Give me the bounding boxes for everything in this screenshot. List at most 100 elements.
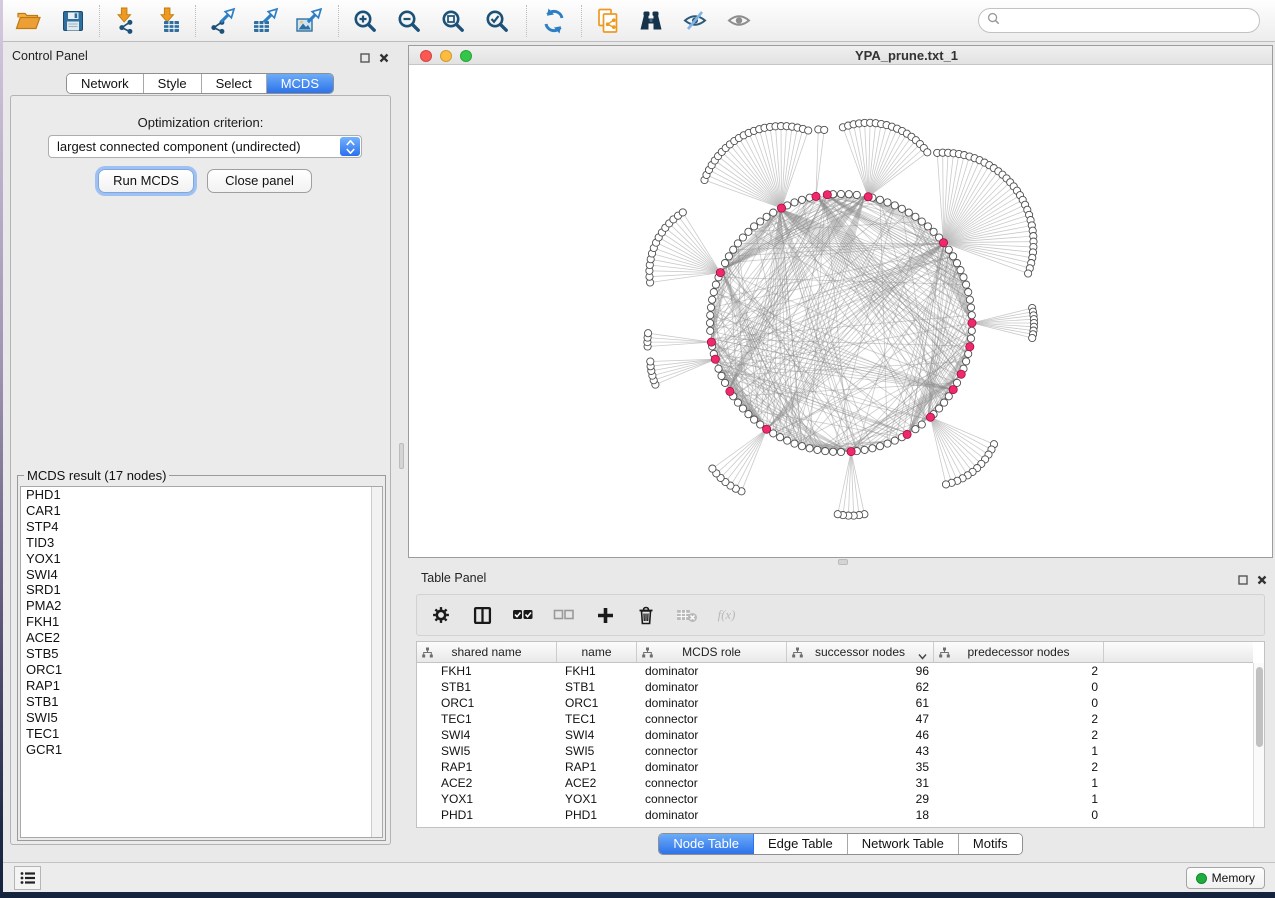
- refresh-icon[interactable]: [539, 6, 569, 36]
- select-all-icon[interactable]: [511, 603, 535, 627]
- table-row[interactable]: PHD1PHD1dominator180: [417, 807, 1253, 823]
- mcds-result-list[interactable]: PHD1CAR1STP4TID3YOX1SWI4SRD1PMA2FKH1ACE2…: [20, 486, 383, 838]
- search-input[interactable]: [1005, 14, 1245, 28]
- tab-edge-table[interactable]: Edge Table: [754, 834, 848, 854]
- mcds-result-item[interactable]: TID3: [21, 535, 382, 551]
- horizontal-splitter[interactable]: [406, 558, 1275, 566]
- toolbar-separator: [581, 5, 582, 37]
- table-panel-title: Table Panel: [421, 571, 486, 585]
- close-panel-icon[interactable]: [1257, 572, 1267, 590]
- cell-predecessor-nodes: 1: [934, 743, 1104, 759]
- column-header-MCDS-role[interactable]: MCDS role: [637, 642, 787, 662]
- mcds-result-item[interactable]: STB5: [21, 646, 382, 662]
- table-row[interactable]: RAP1RAP1dominator352: [417, 759, 1253, 775]
- close-panel-button[interactable]: Close panel: [207, 169, 312, 193]
- open-file-icon[interactable]: [13, 6, 43, 36]
- columns-icon[interactable]: [470, 603, 494, 627]
- export-image-icon[interactable]: [293, 6, 323, 36]
- zoom-selected-icon[interactable]: [482, 6, 512, 36]
- window-minimize-button[interactable]: [440, 50, 452, 62]
- memory-button[interactable]: Memory: [1186, 867, 1265, 889]
- table-panel: Table Panel f(x) shared namenameMCDS rol…: [406, 566, 1275, 862]
- mcds-result-item[interactable]: PHD1: [21, 487, 382, 503]
- mcds-result-item[interactable]: ACE2: [21, 630, 382, 646]
- run-mcds-button[interactable]: Run MCDS: [98, 169, 194, 193]
- add-icon[interactable]: [593, 603, 617, 627]
- mcds-result-item[interactable]: STP4: [21, 519, 382, 535]
- float-panel-icon[interactable]: [1238, 572, 1248, 590]
- tab-style[interactable]: Style: [144, 74, 202, 93]
- mcds-result-item[interactable]: PMA2: [21, 598, 382, 614]
- float-panel-icon[interactable]: [360, 50, 370, 68]
- cell-predecessor-nodes: 2: [934, 663, 1104, 679]
- mcds-result-item[interactable]: FKH1: [21, 614, 382, 630]
- mcds-result-item[interactable]: SWI4: [21, 567, 382, 583]
- table-settings-icon[interactable]: [429, 603, 453, 627]
- main-toolbar: [3, 0, 1275, 42]
- optimization-criterion-label: Optimization criterion:: [11, 115, 390, 130]
- zoom-out-icon[interactable]: [394, 6, 424, 36]
- table-row[interactable]: YOX1YOX1connector291: [417, 791, 1253, 807]
- import-network-icon[interactable]: [109, 6, 139, 36]
- mcds-result-item[interactable]: TEC1: [21, 726, 382, 742]
- mcds-result-item[interactable]: SWI5: [21, 710, 382, 726]
- mcds-result-item[interactable]: GCR1: [21, 742, 382, 758]
- table-row[interactable]: STB1STB1dominator620: [417, 679, 1253, 695]
- vertical-splitter[interactable]: [397, 43, 406, 862]
- cell-successor-nodes: 46: [787, 727, 934, 743]
- mcds-result-item[interactable]: RAP1: [21, 678, 382, 694]
- criterion-dropdown[interactable]: largest connected component (undirected): [48, 135, 362, 158]
- cell-MCDS-role: dominator: [637, 679, 787, 695]
- cell-name: STB1: [557, 679, 637, 695]
- tab-network-table[interactable]: Network Table: [848, 834, 959, 854]
- network-window-titlebar[interactable]: YPA_prune.txt_1: [409, 46, 1272, 65]
- save-icon[interactable]: [58, 6, 88, 36]
- unselect-all-icon[interactable]: [552, 603, 576, 627]
- close-panel-icon[interactable]: [379, 50, 389, 68]
- mcds-result-item[interactable]: SRD1: [21, 582, 382, 598]
- table-row[interactable]: FKH1FKH1dominator962: [417, 663, 1253, 679]
- cell-predecessor-nodes: 0: [934, 679, 1104, 695]
- task-history-button[interactable]: [14, 866, 41, 890]
- tab-node-table[interactable]: Node Table: [659, 834, 754, 854]
- control-panel-title: Control Panel: [12, 49, 88, 63]
- column-header-predecessor-nodes[interactable]: predecessor nodes: [934, 642, 1104, 662]
- window-zoom-button[interactable]: [460, 50, 472, 62]
- delete-icon[interactable]: [634, 603, 658, 627]
- tab-motifs[interactable]: Motifs: [959, 834, 1022, 854]
- table-row[interactable]: TEC1TEC1connector472: [417, 711, 1253, 727]
- hide-graphics-icon[interactable]: [681, 6, 711, 36]
- table-row[interactable]: ACE2ACE2connector311: [417, 775, 1253, 791]
- import-table-icon[interactable]: [153, 6, 183, 36]
- cell-successor-nodes: 29: [787, 791, 934, 807]
- application-window: Control Panel NetworkStyleSelectMCDS Opt…: [3, 0, 1275, 892]
- tab-select[interactable]: Select: [202, 74, 267, 93]
- table-scrollbar[interactable]: [1253, 663, 1264, 827]
- mcds-list-scrollbar[interactable]: [371, 487, 382, 837]
- window-close-button[interactable]: [420, 50, 432, 62]
- table-row[interactable]: SWI5SWI5connector431: [417, 743, 1253, 759]
- zoom-fit-icon[interactable]: [438, 6, 468, 36]
- column-header-shared-name[interactable]: shared name: [417, 642, 557, 662]
- zoom-in-icon[interactable]: [350, 6, 380, 36]
- export-network-icon[interactable]: [207, 6, 237, 36]
- mcds-result-item[interactable]: CAR1: [21, 503, 382, 519]
- export-table-icon[interactable]: [250, 6, 280, 36]
- network-canvas[interactable]: [409, 65, 1272, 557]
- table-row[interactable]: SWI4SWI4dominator462: [417, 727, 1253, 743]
- tab-mcds[interactable]: MCDS: [267, 74, 333, 93]
- mcds-result-item[interactable]: STB1: [21, 694, 382, 710]
- svg-text:f(x): f(x): [718, 608, 736, 622]
- mcds-result-item[interactable]: YOX1: [21, 551, 382, 567]
- cell-shared-name: STB1: [417, 679, 557, 695]
- mcds-result-item[interactable]: ORC1: [21, 662, 382, 678]
- tab-network[interactable]: Network: [67, 74, 144, 93]
- column-header-successor-nodes[interactable]: successor nodes: [787, 642, 934, 662]
- column-header-name[interactable]: name: [557, 642, 637, 662]
- share-document-icon[interactable]: [593, 6, 623, 36]
- show-graphics-icon[interactable]: [725, 6, 755, 36]
- cell-MCDS-role: dominator: [637, 759, 787, 775]
- binoculars-icon[interactable]: [636, 6, 666, 36]
- cell-predecessor-nodes: 2: [934, 711, 1104, 727]
- table-row[interactable]: ORC1ORC1dominator610: [417, 695, 1253, 711]
